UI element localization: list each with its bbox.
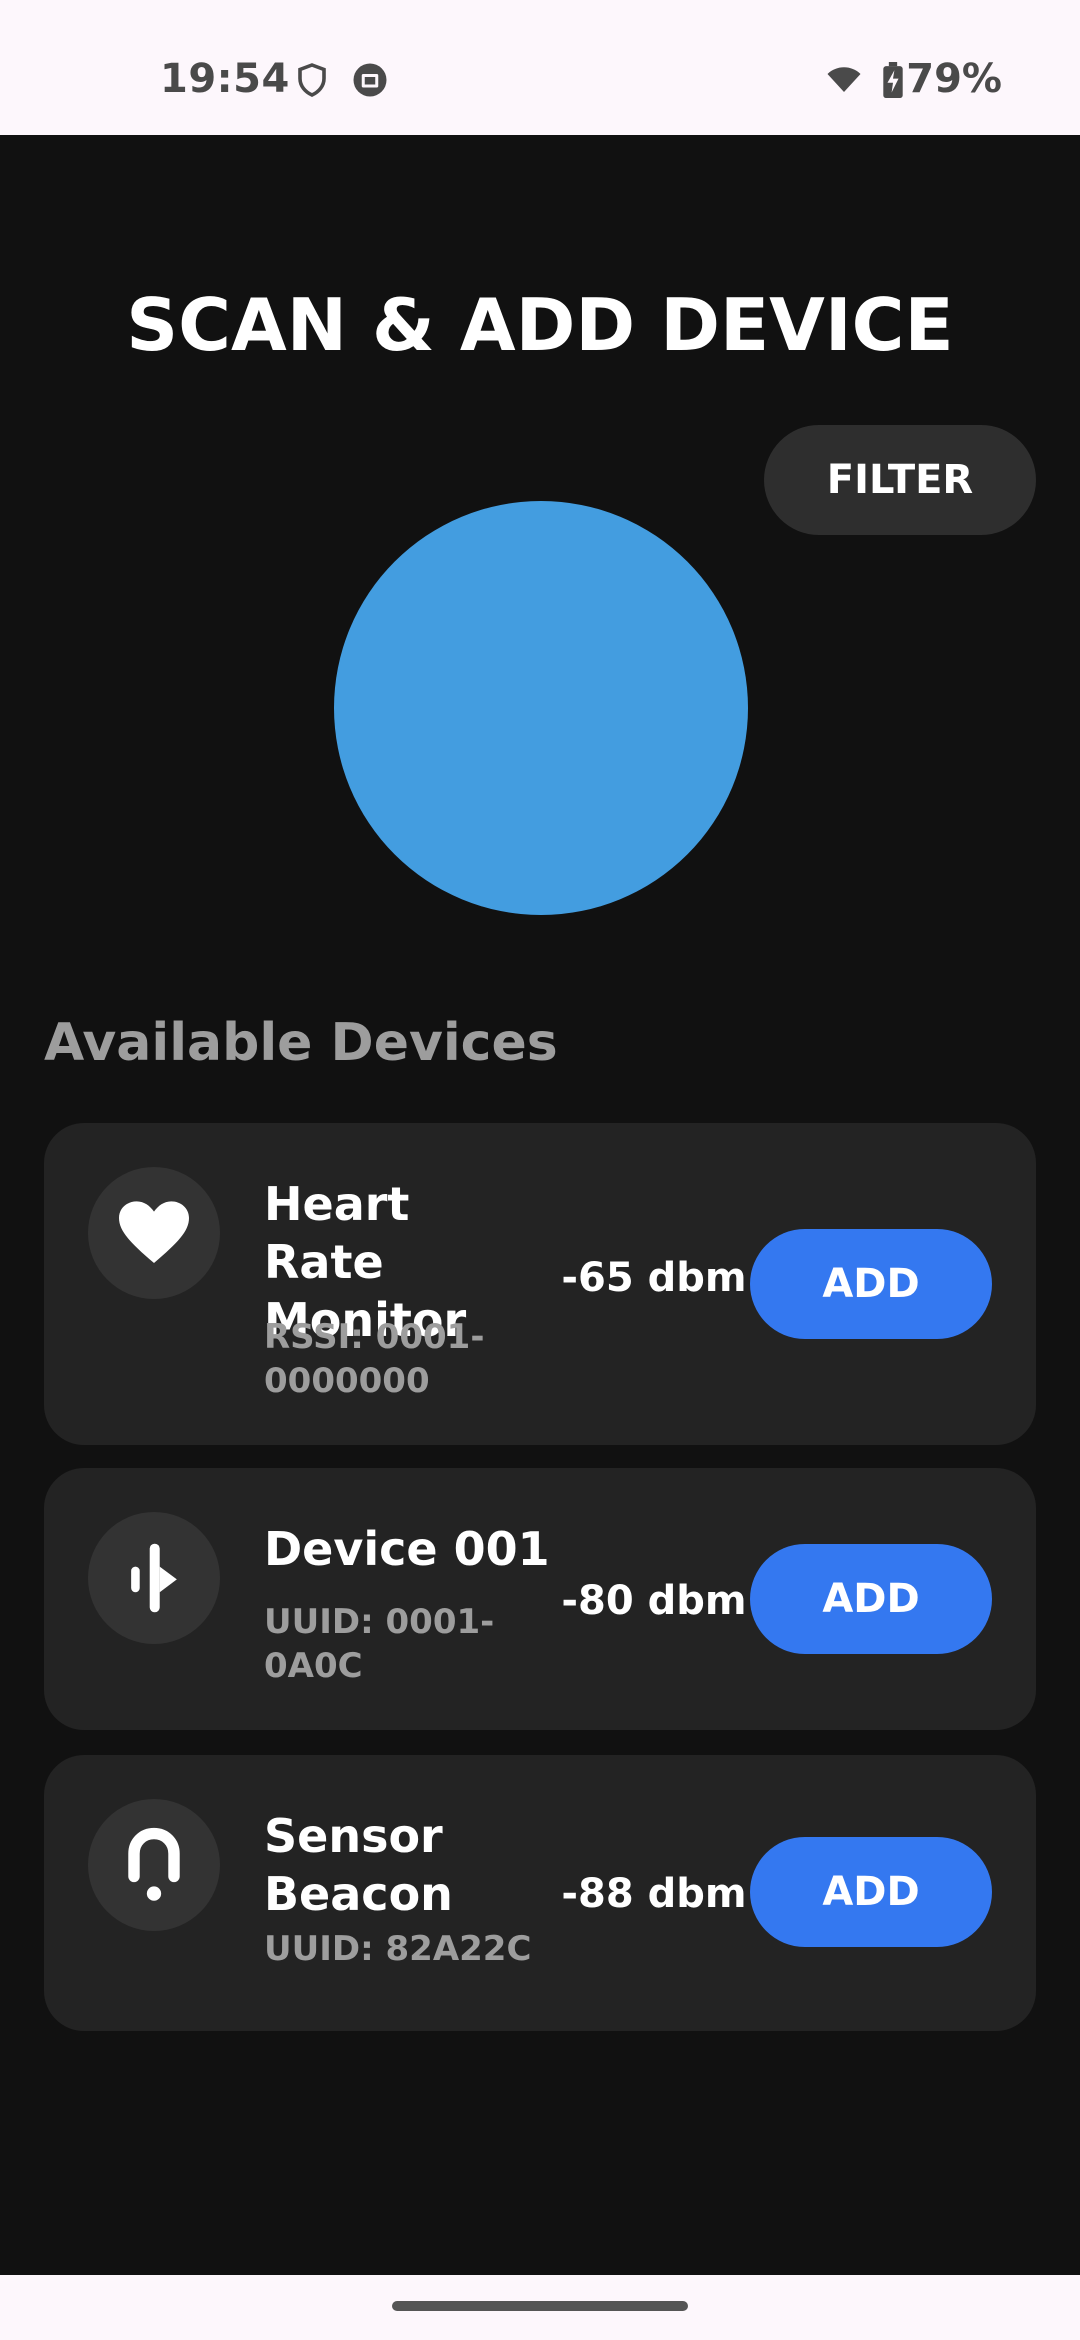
battery-charging-icon [883,62,903,98]
beacon-icon [88,1799,220,1931]
status-time: 19:54 [160,56,290,102]
app-screen: SCAN & ADD DEVICE FILTER Available Devic… [0,135,1080,2275]
device-id: UUID: 82A22C [264,1929,532,1969]
bluetooth-device-icon [88,1512,220,1644]
heart-icon [88,1167,220,1299]
device-card: Sensor Beacon UUID: 82A22C -88 dbm ADD [44,1755,1036,2031]
battery-percent: 79% [906,56,1002,102]
filter-button[interactable]: FILTER [764,425,1036,535]
home-indicator[interactable] [392,2301,688,2311]
page-title: SCAN & ADD DEVICE [126,283,954,367]
device-name: Sensor Beacon [264,1809,453,1921]
device-name: Device 001 [264,1522,550,1576]
device-rssi: -65 dbm [561,1255,747,1301]
wifi-icon [827,67,861,92]
device-id: RSSI: 0001-0000000 [264,1317,485,1401]
shield-icon [298,63,326,97]
device-card: Device 001 UUID: 0001-0A0C -80 dbm ADD [44,1468,1036,1730]
device-card: Heart Rate Monitor RSSI: 0001-0000000 -6… [44,1123,1036,1445]
media-icon [353,63,387,97]
section-label: Available Devices [44,1013,558,1073]
add-button[interactable]: ADD [750,1229,992,1339]
device-rssi: -88 dbm [561,1871,747,1917]
scan-button[interactable] [334,501,748,915]
add-button[interactable]: ADD [750,1837,992,1947]
status-bar: 19:54 79% [0,0,1080,135]
add-button[interactable]: ADD [750,1544,992,1654]
device-id: UUID: 0001-0A0C [264,1602,495,1686]
device-rssi: -80 dbm [561,1578,747,1624]
